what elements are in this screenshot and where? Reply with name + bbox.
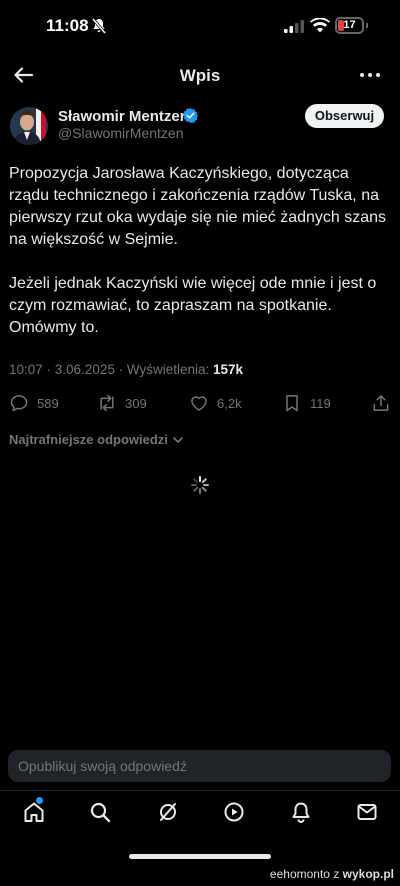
reply-input[interactable] [8, 750, 391, 782]
tab-home[interactable] [23, 801, 45, 823]
watermark-connector: z [333, 867, 340, 881]
repost-icon [100, 394, 114, 412]
tab-grok[interactable] [157, 801, 179, 823]
repost-count: 309 [125, 395, 147, 411]
tweet-paragraph: Jeżeli jednak Kaczyński wie więcej ode m… [9, 275, 377, 336]
reply-icon [10, 395, 28, 412]
tab-messages[interactable] [356, 801, 378, 823]
grok-icon [160, 803, 176, 821]
more-icon[interactable] [358, 64, 382, 86]
like-count: 6,2k [217, 395, 242, 411]
status-bar: 11:08 17 [0, 0, 400, 54]
replies-sort-label: Najtrafniejsze odpowiedzi [9, 432, 168, 447]
signal-icon [284, 20, 304, 33]
avatar-portrait [10, 107, 48, 145]
nav-header: Wpis [0, 58, 400, 94]
action-bar: 589 309 6,2k 119 [0, 390, 400, 416]
tab-video[interactable] [223, 801, 245, 823]
tab-search[interactable] [89, 801, 111, 823]
author-handle[interactable]: @SlawomirMentzen [58, 125, 183, 141]
author-name[interactable]: Sławomir Mentzen [58, 108, 189, 125]
bookmark-count: 119 [310, 395, 331, 411]
home-icon [24, 802, 44, 822]
views-count[interactable]: 157k [213, 362, 243, 377]
home-indicator [129, 854, 271, 859]
verified-icon [183, 108, 198, 123]
reply-bar [8, 750, 391, 782]
battery-cap [366, 23, 368, 28]
bottom-tab-bar [0, 790, 400, 834]
bookmark-button[interactable]: 119 [282, 390, 331, 416]
video-icon [224, 802, 244, 822]
replies-sort-dropdown[interactable]: Najtrafniejsze odpowiedzi [9, 432, 184, 447]
spinner-icon [191, 476, 209, 494]
like-button[interactable]: 6,2k [189, 390, 242, 416]
bell-off-icon [92, 18, 106, 34]
tweet-text: Propozycja Jarosława Kaczyńskiego, dotyc… [9, 163, 389, 339]
tweet-timestamp: 10:07 · 3.06.2025 · Wyświetlenia: [9, 362, 213, 377]
author-row: Sławomir Mentzen @SlawomirMentzen Obserw… [0, 100, 400, 150]
notifications-icon [292, 802, 310, 823]
follow-button[interactable]: Obserwuj [305, 104, 384, 128]
reply-count: 589 [37, 395, 59, 411]
tweet-meta: 10:07 · 3.06.2025 · Wyświetlenia: 157k [9, 362, 243, 377]
reply-button[interactable]: 589 [9, 390, 59, 416]
status-time: 11:08 [46, 16, 89, 35]
share-button[interactable] [371, 390, 391, 416]
avatar[interactable] [10, 107, 48, 145]
watermark-site: wykop.pl [342, 867, 394, 881]
wifi-icon [310, 18, 330, 33]
watermark: eehomonto z wykop.pl [270, 867, 394, 881]
like-icon [191, 396, 207, 411]
search-icon [90, 802, 111, 823]
tweet-paragraph: Propozycja Jarosława Kaczyńskiego, dotyc… [9, 165, 387, 248]
share-icon [373, 395, 389, 411]
chevron-down-icon [173, 436, 183, 443]
bookmark-icon [286, 395, 298, 412]
repost-button[interactable]: 309 [97, 390, 147, 416]
tab-notifications[interactable] [290, 801, 312, 823]
watermark-author: eehomonto [269, 867, 330, 881]
home-notification-dot [36, 797, 43, 804]
page-title: Wpis [179, 66, 221, 85]
battery-indicator: 17 [335, 17, 364, 34]
messages-icon [357, 804, 377, 820]
battery-percent: 17 [343, 19, 356, 31]
